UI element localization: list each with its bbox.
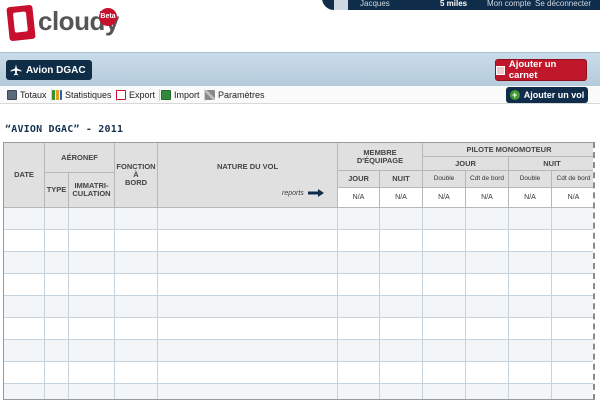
column-divider bbox=[551, 208, 552, 399]
logout-link[interactable]: Se déconnecter bbox=[535, 0, 591, 8]
toolbar-totaux-label: Totaux bbox=[20, 90, 47, 100]
beta-badge: Beta bbox=[99, 8, 117, 26]
user-topbar: Jacques 5 miles Mon compte Se déconnecte… bbox=[322, 0, 600, 10]
tools-icon bbox=[205, 90, 215, 100]
table-row[interactable] bbox=[4, 230, 593, 252]
table-row[interactable] bbox=[4, 208, 593, 230]
header-aeronef: AÉRONEF bbox=[45, 143, 115, 173]
pdf-icon bbox=[116, 90, 126, 100]
header-nuit-cdt-de-bord: Cdt de bord bbox=[552, 171, 593, 188]
toolbar-import-label: Import bbox=[174, 90, 200, 100]
reports-indicator: reports bbox=[282, 189, 324, 197]
current-carnet-label: Avion DGAC bbox=[26, 64, 86, 76]
table-row[interactable] bbox=[4, 340, 593, 362]
column-divider bbox=[508, 208, 509, 399]
toolbar-export[interactable]: Export bbox=[116, 88, 161, 102]
header-pilote-jour: JOUR bbox=[423, 157, 509, 171]
report-membre-jour: N/A bbox=[338, 188, 380, 208]
logbook-logo-icon bbox=[6, 4, 36, 42]
current-carnet-button[interactable]: Avion DGAC bbox=[6, 60, 92, 80]
app-header: cloudy Beta Jacques 5 miles Mon compte S… bbox=[0, 0, 600, 50]
header-fonction-a-bord: FONCTION À BORD bbox=[115, 143, 158, 208]
toolbar-statistiques[interactable]: Statistiques bbox=[52, 88, 117, 102]
header-jour-double: Double bbox=[423, 171, 466, 188]
toolbar-import[interactable]: Import bbox=[161, 88, 204, 102]
arrow-right-icon bbox=[307, 189, 324, 197]
logbook-grid: DATE AÉRONEF TYPE IMMATRI- CULATION FONC… bbox=[3, 142, 595, 400]
header-pilote-nuit: NUIT bbox=[509, 157, 593, 171]
header-membre-equipage: MEMBRE D'ÉQUIPAGE bbox=[338, 143, 423, 171]
add-carnet-button[interactable]: Ajouter un carnet bbox=[495, 59, 587, 81]
excel-icon bbox=[161, 90, 171, 100]
header-immatriculation: IMMATRI- CULATION bbox=[69, 173, 115, 208]
toolbar-parametres[interactable]: Paramètres bbox=[205, 88, 265, 102]
account-link[interactable]: Mon compte bbox=[487, 0, 531, 8]
column-divider bbox=[44, 208, 45, 399]
calculator-icon bbox=[7, 90, 17, 100]
add-carnet-label: Ajouter un carnet bbox=[508, 59, 557, 81]
column-divider bbox=[114, 208, 115, 399]
report-jour-cdt: N/A bbox=[466, 188, 509, 208]
table-row[interactable] bbox=[4, 362, 593, 384]
table-row[interactable] bbox=[4, 384, 593, 399]
header-nuit-double: Double bbox=[509, 171, 552, 188]
bar-chart-icon bbox=[52, 90, 62, 100]
table-row[interactable] bbox=[4, 318, 593, 340]
reports-label: reports bbox=[282, 189, 304, 197]
header-membre-nuit: NUIT bbox=[380, 171, 423, 188]
user-name[interactable]: Jacques bbox=[360, 0, 390, 8]
header-type: TYPE bbox=[45, 173, 69, 208]
header-nature-du-vol: NATURE DU VOL bbox=[158, 143, 338, 208]
carnet-band: Avion DGAC Ajouter un carnet bbox=[0, 52, 600, 86]
toolbar-export-label: Export bbox=[129, 90, 156, 100]
header-date: DATE bbox=[4, 143, 45, 208]
column-divider bbox=[379, 208, 380, 399]
table-row[interactable] bbox=[4, 296, 593, 318]
report-membre-nuit: N/A bbox=[380, 188, 423, 208]
logbook-title: “AVION DGAC” - 2011 bbox=[5, 124, 124, 135]
toolbar-statistiques-label: Statistiques bbox=[65, 90, 112, 100]
column-divider bbox=[157, 208, 158, 399]
header-membre-jour: JOUR bbox=[338, 171, 380, 188]
cloudy-logo[interactable]: cloudy Beta bbox=[6, 4, 119, 44]
column-divider bbox=[465, 208, 466, 399]
column-divider bbox=[422, 208, 423, 399]
airplane-icon bbox=[10, 64, 22, 76]
toolbar-totaux[interactable]: Totaux bbox=[7, 88, 52, 102]
miles-counter: 5 miles bbox=[440, 0, 468, 8]
user-avatar-icon bbox=[334, 0, 348, 10]
add-vol-button[interactable]: + Ajouter un vol bbox=[506, 87, 588, 103]
header-jour-cdt-de-bord: Cdt de bord bbox=[466, 171, 509, 188]
table-row[interactable] bbox=[4, 274, 593, 296]
logbook-toolbar: Totaux Statistiques Export Import Paramè… bbox=[0, 86, 600, 104]
header-pilote-monomoteur: PILOTE MONOMOTEUR bbox=[423, 143, 593, 157]
notebook-icon bbox=[496, 65, 505, 75]
report-nuit-double: N/A bbox=[509, 188, 552, 208]
plus-icon: + bbox=[509, 90, 520, 100]
toolbar-parametres-label: Paramètres bbox=[218, 90, 265, 100]
column-divider bbox=[337, 208, 338, 399]
report-nuit-cdt: N/A bbox=[552, 188, 593, 208]
report-jour-double: N/A bbox=[423, 188, 466, 208]
table-row[interactable] bbox=[4, 252, 593, 274]
column-divider bbox=[68, 208, 69, 399]
add-vol-label: Ajouter un vol bbox=[523, 90, 585, 100]
